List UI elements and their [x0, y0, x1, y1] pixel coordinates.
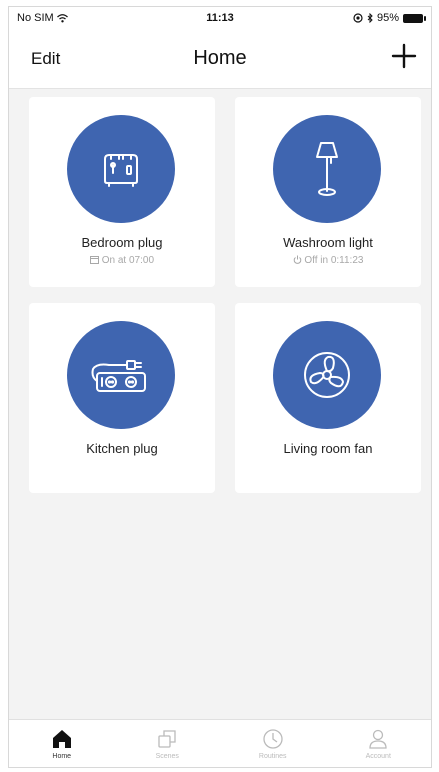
device-icon-circle [67, 321, 175, 429]
device-card-washroom-light[interactable]: Washroom light Off in 0:11:23 [235, 97, 421, 287]
clock-icon [263, 729, 283, 749]
tab-bar: Home Scenes Routines Account [9, 719, 431, 767]
home-icon [52, 730, 71, 748]
account-icon [369, 729, 387, 749]
fan-icon [304, 352, 350, 398]
floor-lamp-icon [316, 142, 338, 196]
device-status-text: On at 07:00 [101, 255, 155, 266]
device-status-text: Off in 0:11:23 [304, 255, 364, 266]
tab-account[interactable]: Account [326, 720, 432, 767]
power-icon [293, 255, 301, 264]
device-status: On at 07:00 [29, 255, 215, 266]
scenes-icon [158, 730, 176, 748]
device-card-living-room-fan[interactable]: Living room fan [235, 303, 421, 493]
device-icon-circle [67, 115, 175, 223]
device-icon-circle [273, 321, 381, 429]
device-icon-circle [273, 115, 381, 223]
toaster-icon [104, 154, 138, 187]
status-right: 95% [353, 12, 426, 24]
device-name: Living room fan [283, 441, 373, 456]
device-name: Bedroom plug [81, 235, 163, 250]
tab-label: Scenes [155, 753, 179, 760]
device-name: Kitchen plug [86, 441, 158, 456]
device-card-kitchen-plug[interactable]: Kitchen plug [29, 303, 215, 493]
phone-screen: No SIM 11:13 95% Edit Home Bedroom plug … [8, 6, 432, 768]
tab-scenes[interactable]: Scenes [115, 720, 221, 767]
tab-label: Account [365, 753, 391, 760]
battery-icon [403, 13, 426, 23]
page-title: Home [193, 47, 247, 69]
status-bar: No SIM 11:13 95% [9, 7, 431, 29]
add-device-button[interactable] [389, 41, 419, 71]
orientation-lock-icon [353, 13, 363, 23]
calendar-icon [89, 256, 99, 264]
tab-label: Home [52, 753, 72, 760]
battery-percent: 95% [376, 12, 399, 24]
tab-home[interactable]: Home [9, 720, 115, 767]
tab-label: Routines [258, 753, 287, 760]
power-strip-icon [91, 360, 146, 392]
nav-bar: Edit Home [9, 29, 431, 89]
tab-routines[interactable]: Routines [220, 720, 326, 767]
device-name: Washroom light [283, 235, 373, 250]
bluetooth-icon [367, 13, 373, 23]
device-card-bedroom-plug[interactable]: Bedroom plug On at 07:00 [29, 97, 215, 287]
device-status: Off in 0:11:23 [235, 255, 421, 266]
